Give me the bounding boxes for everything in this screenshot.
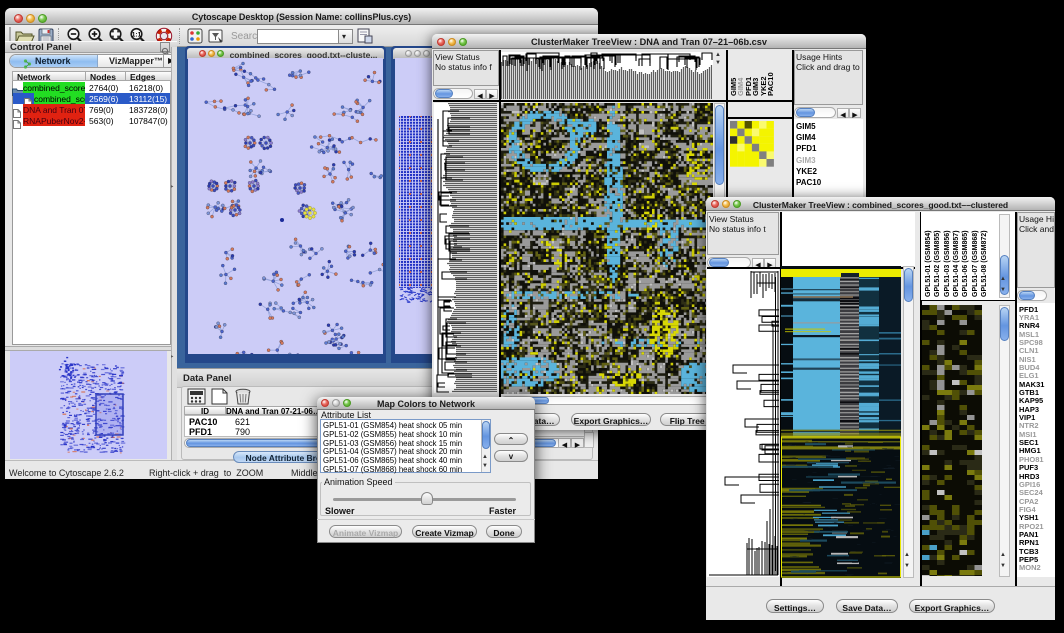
svg-text:1:1: 1:1 xyxy=(132,31,142,38)
